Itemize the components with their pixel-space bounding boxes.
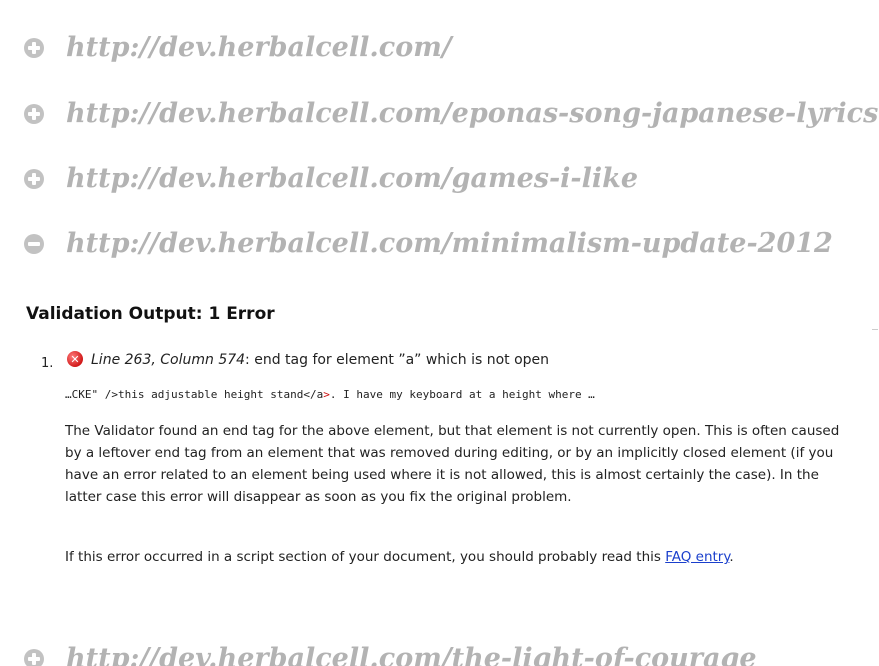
url-link[interactable]: http://dev.herbalcell.com/minimalism-upd…: [66, 228, 833, 259]
plus-circle-icon[interactable]: [24, 37, 44, 58]
faq-entry-link[interactable]: FAQ entry: [665, 549, 729, 565]
url-row-root[interactable]: http://dev.herbalcell.com/: [24, 32, 452, 63]
error-location: Line 263, Column 574: [91, 352, 246, 368]
validator-results-page: http://dev.herbalcell.com/ http://dev.he…: [0, 0, 879, 666]
error-message: : end tag for element ”a” which is not o…: [245, 352, 550, 368]
error-x-icon: ✕: [67, 351, 83, 367]
validation-heading: Validation Output: 1 Error: [26, 304, 275, 324]
url-link[interactable]: http://dev.herbalcell.com/the-light-of-c…: [66, 643, 757, 666]
url-row-minimalism-update[interactable]: http://dev.herbalcell.com/minimalism-upd…: [24, 228, 833, 259]
url-row-games-i-like[interactable]: http://dev.herbalcell.com/games-i-like: [24, 163, 638, 194]
plus-circle-icon[interactable]: [24, 648, 44, 666]
script-note: If this error occurred in a script secti…: [65, 546, 840, 568]
plus-circle-icon[interactable]: [24, 103, 44, 124]
source-before: …CKE" />this adjustable height stand</a: [65, 388, 324, 401]
source-highlight: >: [323, 388, 330, 401]
validation-output: Validation Output: 1 Error 1. ✕ Line 263…: [26, 304, 846, 565]
minus-circle-icon[interactable]: [24, 233, 44, 254]
url-link[interactable]: http://dev.herbalcell.com/eponas-song-ja…: [66, 98, 878, 129]
script-note-text: If this error occurred in a script secti…: [65, 549, 666, 565]
script-note-end: .: [729, 549, 734, 565]
error-summary: ✕ Line 263, Column 574 : end tag for ele…: [67, 351, 550, 368]
plus-circle-icon[interactable]: [24, 168, 44, 189]
error-number: 1.: [41, 356, 54, 371]
source-after: . I have my keyboard at a height where …: [329, 388, 595, 401]
source-excerpt: …CKE" />this adjustable height stand</a>…: [65, 388, 595, 401]
error-explanation: The Validator found an end tag for the a…: [65, 423, 840, 505]
url-link[interactable]: http://dev.herbalcell.com/games-i-like: [66, 163, 638, 194]
divider-mark: [872, 329, 878, 330]
url-link[interactable]: http://dev.herbalcell.com/: [66, 32, 452, 63]
url-row-light-of-courage[interactable]: http://dev.herbalcell.com/the-light-of-c…: [24, 643, 757, 666]
url-row-eponas-song[interactable]: http://dev.herbalcell.com/eponas-song-ja…: [24, 98, 878, 129]
